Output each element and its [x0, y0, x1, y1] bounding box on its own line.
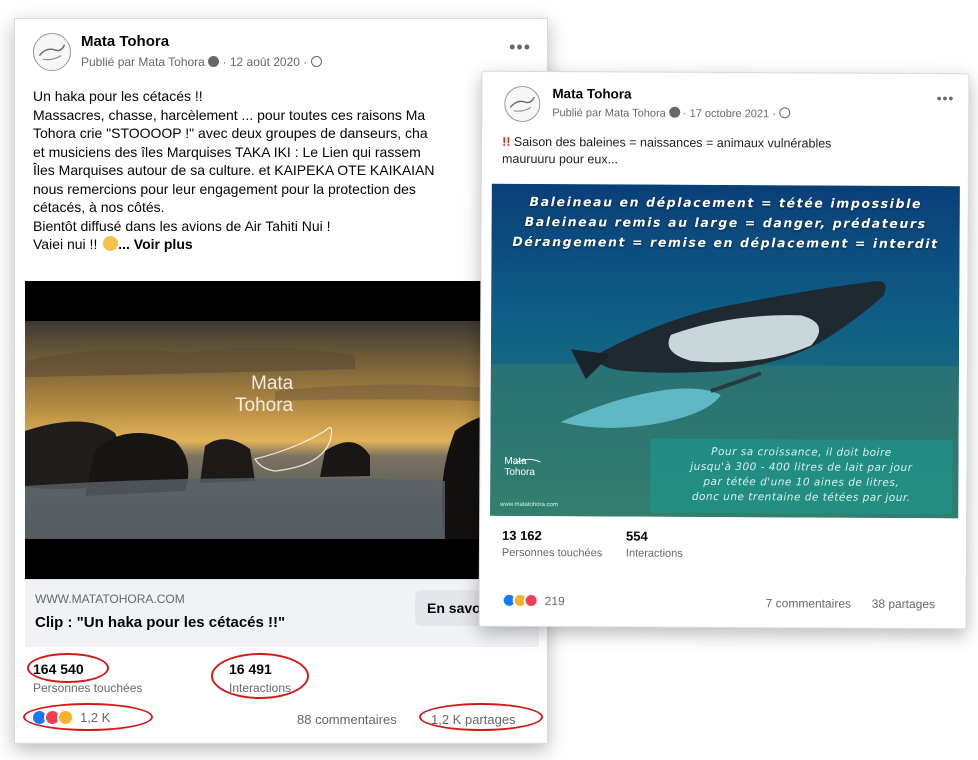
image-title-line: Baleineau remis au large = danger, préda…: [524, 213, 927, 232]
verified-icon: [668, 106, 680, 118]
text-line: Tohora crie "STOOOOP !" avec deux groupe…: [33, 125, 428, 141]
text-line: Un haka pour les cétacés !!: [33, 88, 203, 104]
reach-value: 13 162: [501, 527, 542, 544]
caption-line: jusqu'à 300 - 400 litres de lait par jou…: [690, 460, 913, 474]
caption-line: donc une trentaine de tétées par jour.: [691, 490, 911, 504]
author-label: Publié par Mata Tohora: [552, 107, 666, 120]
interactions-stat: 554 Interactions: [626, 528, 683, 559]
post-date[interactable]: 12 août 2020: [230, 55, 300, 69]
screenshot-stage: Mata Tohora Publié par Mata Tohora · 12 …: [0, 0, 978, 760]
watermark-line: Mata: [504, 455, 527, 467]
text-line: Massacres, chasse, harcèlement ... pour …: [33, 106, 426, 123]
image-watermark: Mata Tohora: [504, 456, 535, 478]
annotation-circle: [27, 653, 109, 683]
text-line: Bientôt diffusé dans les avions de Air T…: [33, 217, 331, 234]
author-label: Publié par Mata Tohora: [81, 55, 205, 69]
post-meta: Publié par Mata Tohora · 12 août 2020 ·: [81, 55, 322, 69]
post-date[interactable]: 17 octobre 2021: [690, 108, 770, 120]
comments-count[interactable]: 88 commentaires: [297, 712, 397, 727]
caption-line: Pour sa croissance, il doit boire: [711, 445, 892, 459]
text-line-last: Vaiei nui !! ... Voir plus: [33, 235, 545, 254]
link-title[interactable]: Clip : "Un haka pour les cétacés !!": [35, 614, 285, 631]
text-line: mauruuru pour eux...: [501, 151, 619, 167]
page-logo-icon[interactable]: [504, 85, 541, 123]
reactions-summary[interactable]: 219: [501, 592, 565, 609]
interactions-value: 554: [625, 528, 648, 544]
facebook-post-baleines: Mata Tohora Publié par Mata Tohora · 17 …: [478, 70, 970, 630]
post-image[interactable]: Baleineau en déplacement = tétée impossi…: [490, 183, 960, 519]
post-text: !! Saison des baleines = naissances = an…: [502, 134, 952, 170]
page-name[interactable]: Mata Tohora: [81, 33, 169, 50]
more-options-icon[interactable]: •••: [509, 37, 531, 58]
watermark-line: Tohora: [504, 466, 535, 479]
see-more-link[interactable]: ... Voir plus: [118, 236, 192, 252]
reach-label: Personnes touchées: [33, 681, 143, 695]
post-header: Mata Tohora Publié par Mata Tohora · 12 …: [15, 19, 547, 79]
image-title-line: Baleineau en déplacement = tétée impossi…: [529, 193, 923, 212]
link-preview[interactable]: WWW.MATATOHORA.COM Clip : "Un haka pour …: [25, 579, 539, 647]
image-url: www.matatohora.com: [500, 501, 558, 509]
verified-icon: [208, 56, 220, 67]
link-domain: WWW.MATATOHORA.COM: [35, 592, 185, 606]
post-header: Mata Tohora Publié par Mata Tohora · 17 …: [482, 72, 968, 131]
video-watermark: Tohora: [235, 395, 294, 416]
page-logo-icon[interactable]: [33, 33, 71, 71]
smile-emoji-icon: [103, 236, 119, 251]
shares-count[interactable]: 38 partages: [872, 597, 935, 611]
more-options-icon[interactable]: •••: [937, 90, 955, 106]
globe-icon: [778, 107, 790, 119]
caption-line: par tétée d'une 10 aines de litres,: [703, 475, 900, 489]
globe-icon: [310, 56, 322, 67]
text-line: cétacés, à nos côtés.: [33, 199, 165, 215]
comments-count[interactable]: 7 commentaires: [766, 596, 851, 610]
text-line: Îles Marquises autour de sa culture. et …: [33, 162, 435, 178]
love-reaction-icon: [523, 592, 539, 609]
annotation-circle: [419, 703, 543, 731]
video-watermark: Mata: [251, 373, 294, 394]
double-exclamation-icon: !!: [502, 134, 511, 149]
image-caption-box: Pour sa croissance, il doit boire jusqu'…: [650, 438, 953, 515]
facebook-post-haka: Mata Tohora Publié par Mata Tohora · 12 …: [14, 18, 548, 744]
text-last: Vaiei nui !!: [33, 236, 98, 252]
annotation-circle: [211, 653, 309, 699]
reach-label: Personnes touchées: [501, 546, 603, 560]
image-title-line: Dérangement = remise en déplacement = in…: [512, 233, 939, 252]
annotation-circle: [23, 703, 153, 731]
text-line: et musiciens des îles Marquises TAKA IKI…: [33, 143, 421, 160]
post-text: Un haka pour les cétacés !! Massacres, c…: [33, 87, 545, 254]
post-meta: Publié par Mata Tohora · 17 octobre 2021…: [552, 106, 790, 120]
video-player[interactable]: Mata Tohora: [25, 281, 539, 579]
reactions-count: 219: [544, 593, 565, 608]
text-line: Saison des baleines = naissances = anima…: [513, 134, 832, 151]
page-name[interactable]: Mata Tohora: [552, 86, 631, 101]
reach-stat: 13 162 Personnes touchées: [502, 528, 602, 560]
interactions-label: Interactions: [625, 547, 683, 560]
text-line: nous remercions pour leur engagement pou…: [33, 180, 416, 197]
